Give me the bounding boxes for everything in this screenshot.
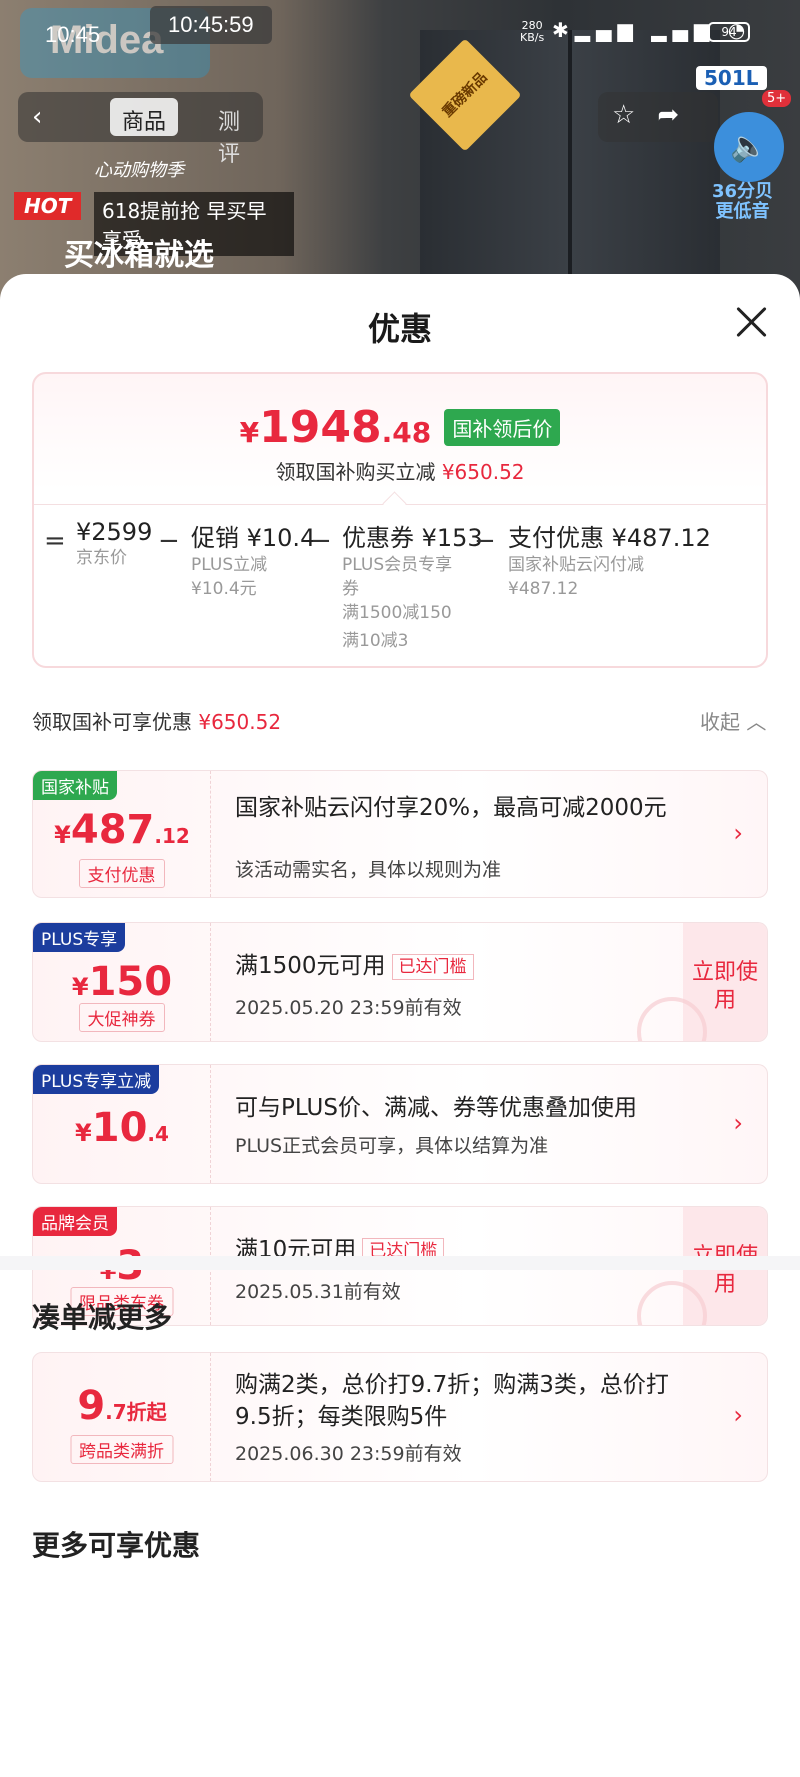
coupon-type-label: 支付优惠	[78, 859, 165, 888]
battery-icon: 94	[708, 22, 750, 42]
coupon-validity: 2025.05.20 23:59前有效	[235, 997, 462, 1019]
sheet-title: 优惠	[367, 310, 432, 348]
discount-rule: 购满2类，总价打9.7折；购满3类，总价打9.5折；每类限购5件	[235, 1372, 669, 1430]
cross-category-discount-card[interactable]: 9.7折起 跨品类满折 购满2类，总价打9.7折；购满3类，总价打9.5折；每类…	[32, 1352, 768, 1482]
coupon-validity: 2025.05.31前有效	[235, 1281, 401, 1303]
chevron-up-icon: ︿	[746, 710, 767, 734]
coupon-amount: ¥150	[71, 959, 173, 1005]
coupon-type-label: 跨品类满折	[70, 1435, 173, 1464]
speaker-icon: 🔈	[714, 112, 784, 182]
coupon-tag: PLUS专享	[33, 923, 126, 952]
equals-sign: =	[44, 526, 66, 556]
coupon-amount-panel: PLUS专享 ¥150 大促神券	[33, 923, 211, 1041]
quiet-label: 36分贝 更低音	[712, 181, 774, 222]
share-icon[interactable]: ➦	[657, 100, 701, 130]
final-price-row: ¥1948.48 国补领后价	[34, 402, 766, 453]
coupon-title: 可与PLUS价、满减、券等优惠叠加使用	[235, 1095, 637, 1121]
breakdown-list-price: ¥2599 京东价	[76, 518, 153, 568]
breakdown-payment: 支付优惠 ¥487.12 国家补贴云闪付减 ¥487.12	[508, 524, 711, 599]
discount-amount: 9.7折起	[77, 1383, 167, 1429]
notification-badge: 5+	[762, 90, 792, 107]
promo-slogan: 心动购物季	[94, 160, 184, 181]
chevron-right-icon: ›	[733, 1109, 743, 1137]
minus-sign: −	[310, 526, 332, 556]
capacity-tag: 501L	[696, 66, 767, 90]
minus-sign: −	[158, 526, 180, 556]
coupon-type-label: 大促神券	[78, 1003, 165, 1032]
price-summary-box: ¥1948.48 国补领后价 领取国补购买立减 ¥650.52 = ¥2599 …	[32, 372, 768, 668]
header-actions: ☆➦	[598, 92, 718, 142]
collapse-button[interactable]: 收起 ︿	[700, 706, 766, 735]
coupon-card-plus-discount[interactable]: PLUS专享立减 ¥10.4 可与PLUS价、满减、券等优惠叠加使用 PLUS正…	[32, 1064, 768, 1184]
discount-sheet: 优惠 ¥1948.48 国补领后价 领取国补购买立减 ¥650.52 = ¥25…	[0, 274, 800, 1777]
coupon-amount-panel: 国家补贴 ¥487.12 支付优惠	[33, 771, 211, 897]
hot-tag: HOT	[14, 192, 82, 220]
promo-main-text: 买冰箱就选	[64, 238, 214, 273]
coupon-amount: ¥487.12	[54, 807, 190, 853]
favorite-star-icon[interactable]: ☆	[612, 100, 657, 130]
time-overlay: 10:45:59	[150, 6, 272, 44]
section-separator	[0, 1256, 800, 1270]
threshold-reached-badge: 已达门槛	[391, 953, 474, 980]
coupon-tag: 国家补贴	[33, 771, 117, 800]
breakdown-coupon: 优惠券 ¥153 PLUS会员专享 券 满1500减150 满10减3	[342, 524, 483, 651]
coupon-title: 国家补贴云闪付享20%，最高可减2000元	[235, 795, 667, 821]
final-price: ¥1948.48	[239, 402, 432, 453]
status-bar: 10:45 10:45:59 280 KB/s ✱▂▄▆ ▂▄▆ ◔ 94	[0, 0, 800, 60]
coupon-card-subsidy[interactable]: 国家补贴 ¥487.12 支付优惠 国家补贴云闪付享20%，最高可减2000元 …	[32, 770, 768, 898]
discount-validity: 2025.06.30 23:59前有效	[235, 1443, 462, 1465]
more-available-heading: 更多可享优惠	[32, 1529, 201, 1562]
coupon-desc: PLUS正式会员可享，具体以结算为准	[235, 1135, 549, 1157]
chevron-right-icon: ›	[733, 819, 743, 847]
close-button[interactable]	[730, 300, 774, 344]
subsidy-price-tag: 国补领后价	[444, 409, 561, 446]
more-discount-heading: 凑单减更多	[32, 1301, 173, 1334]
divider	[34, 504, 766, 505]
instant-discount-line: 领取国补购买立减 ¥650.52	[275, 460, 525, 484]
coupon-desc: 该活动需实名，具体以规则为准	[235, 859, 502, 881]
coupon-title: 满1500元可用 已达门槛	[235, 949, 474, 983]
minus-sign: −	[474, 526, 496, 556]
coupon-tag: 品牌会员	[33, 1207, 117, 1236]
coupon-card-plus: PLUS专享 ¥150 大促神券 满1500元可用 已达门槛 2025.05.20…	[32, 922, 768, 1042]
available-discount-line: 领取国补可享优惠 ¥650.52	[32, 710, 282, 734]
breakdown-promotion: 促销 ¥10.4 PLUS立减 ¥10.4元	[191, 524, 316, 599]
coupon-amount-panel: 9.7折起 跨品类满折	[33, 1353, 211, 1481]
status-time: 10:45	[45, 22, 101, 47]
coupon-tag: PLUS专享立减	[33, 1065, 160, 1094]
net-speed: 280 KB/s	[520, 19, 545, 44]
back-icon[interactable]: ‹	[32, 102, 42, 132]
coupon-amount: ¥10.4	[75, 1105, 169, 1151]
chevron-right-icon: ›	[733, 1401, 743, 1429]
promo-banner: 心动购物季 HOT 618提前抢 早买早享受 买冰箱就选	[14, 130, 294, 273]
coupon-amount-panel: PLUS专享立减 ¥10.4	[33, 1065, 211, 1183]
